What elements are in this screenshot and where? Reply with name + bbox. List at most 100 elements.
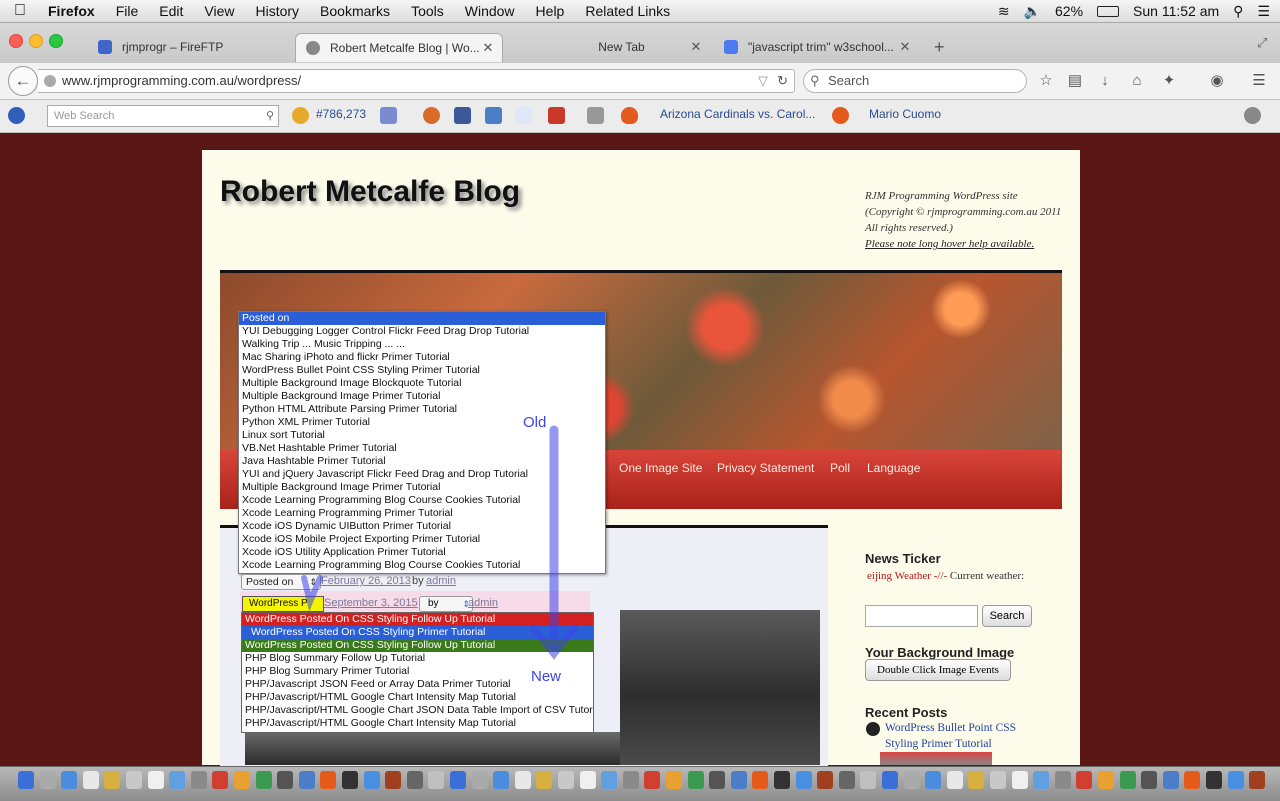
dock-app-icon[interactable] bbox=[471, 771, 488, 789]
menu-help[interactable]: Help bbox=[536, 3, 565, 19]
dock-app-icon[interactable] bbox=[601, 771, 618, 789]
dock-app-icon[interactable] bbox=[1206, 771, 1222, 789]
tab-new-tab[interactable]: New Tab ✕ bbox=[505, 33, 710, 61]
spotlight-search-icon[interactable]: ⚲ bbox=[1233, 3, 1243, 20]
dock-app-icon[interactable] bbox=[536, 771, 553, 789]
menu-related-links[interactable]: Related Links bbox=[585, 3, 670, 19]
menu-file[interactable]: File bbox=[116, 3, 139, 19]
dock-app-icon[interactable] bbox=[860, 771, 877, 789]
news-ticker[interactable]: eijing Weather -//- Current weather: bbox=[867, 570, 1024, 582]
dock-app-icon[interactable] bbox=[946, 771, 963, 789]
dock-app-icon[interactable] bbox=[169, 771, 186, 789]
dock-app-icon[interactable] bbox=[622, 771, 639, 789]
rank-icon[interactable] bbox=[292, 107, 309, 124]
old-dropdown-option[interactable]: Python HTML Attribute Parsing Primer Tut… bbox=[239, 403, 605, 416]
old-dropdown-option[interactable]: Walking Trip ... Music Tripping ... ... bbox=[239, 338, 605, 351]
old-dropdown-option[interactable]: YUI Debugging Logger Control Flickr Feed… bbox=[239, 325, 605, 338]
ask-icon[interactable] bbox=[8, 107, 25, 124]
dock-app-icon[interactable] bbox=[450, 771, 466, 789]
dock-app-icon[interactable] bbox=[234, 771, 250, 789]
dock-app-icon[interactable] bbox=[903, 771, 920, 789]
home-icon[interactable]: ⌂ bbox=[1128, 72, 1146, 90]
tab-w3schools[interactable]: "javascript trim" w3school... ✕ bbox=[714, 33, 919, 61]
old-dropdown-option[interactable]: Mac Sharing iPhoto and flickr Primer Tut… bbox=[239, 351, 605, 364]
dock-app-icon[interactable] bbox=[709, 771, 726, 789]
dock-app-icon[interactable] bbox=[342, 771, 358, 789]
search-box[interactable]: ⚲ Search bbox=[803, 69, 1027, 93]
clock[interactable]: Sun 11:52 am bbox=[1133, 3, 1219, 19]
dock-app-icon[interactable] bbox=[126, 771, 142, 789]
dock-app-icon[interactable] bbox=[1033, 771, 1050, 789]
old-dropdown-option[interactable]: Posted on bbox=[239, 312, 605, 325]
reload-icon[interactable]: ↻ bbox=[777, 70, 788, 92]
nav-privacy-statement[interactable]: Privacy Statement bbox=[717, 461, 814, 475]
news-link-cardinals[interactable]: Arizona Cardinals vs. Carol... bbox=[660, 107, 815, 121]
dock-app-icon[interactable] bbox=[644, 771, 661, 789]
hover-help-link[interactable]: Please note long hover help available. bbox=[865, 236, 1065, 252]
dock-app-icon[interactable] bbox=[1184, 771, 1201, 789]
dock-app-icon[interactable] bbox=[579, 771, 596, 789]
battery-percent[interactable]: 62% bbox=[1055, 3, 1083, 19]
dock-app-icon[interactable] bbox=[61, 771, 78, 789]
new-dropdown-option[interactable]: PHP/Javascript/HTML Google Chart Intensi… bbox=[242, 691, 593, 704]
news-link-cuomo[interactable]: Mario Cuomo bbox=[869, 107, 941, 121]
sparkle-icon[interactable] bbox=[515, 107, 532, 124]
sync-icon[interactable]: ◉ bbox=[1208, 72, 1226, 90]
dock-app-icon[interactable] bbox=[39, 771, 56, 789]
sidebar-search-button[interactable]: Search bbox=[982, 605, 1032, 627]
menubar-app-name[interactable]: Firefox bbox=[48, 3, 95, 19]
new-dropdown-option[interactable]: PHP/Javascript/HTML Google Chart JSON Da… bbox=[242, 704, 593, 717]
old-dropdown-option[interactable]: Multiple Background Image Primer Tutoria… bbox=[239, 390, 605, 403]
dropdown-arrow-icon[interactable]: ▽ bbox=[758, 70, 768, 92]
dock-app-icon[interactable] bbox=[385, 771, 402, 789]
fullscreen-icon[interactable]: ⤢ bbox=[1257, 35, 1267, 51]
web-search-input[interactable]: Web Search ⚲ bbox=[47, 105, 279, 127]
dock-app-icon[interactable] bbox=[752, 771, 769, 789]
dock-app-icon[interactable] bbox=[277, 771, 294, 789]
dock-app-icon[interactable] bbox=[18, 771, 34, 789]
menu-tools[interactable]: Tools bbox=[411, 3, 444, 19]
fire-icon[interactable] bbox=[621, 107, 638, 124]
dock-app-icon[interactable] bbox=[558, 771, 574, 789]
dock-app-icon[interactable] bbox=[795, 771, 812, 789]
dock-app-icon[interactable] bbox=[925, 771, 942, 789]
bookmark-star-icon[interactable]: ☆ bbox=[1037, 72, 1055, 90]
nav-language[interactable]: Language bbox=[867, 461, 920, 475]
dock-app-icon[interactable] bbox=[104, 771, 121, 789]
gear-icon[interactable] bbox=[1244, 107, 1261, 124]
addon-icon[interactable]: ✦ bbox=[1160, 72, 1178, 90]
url-bar[interactable]: www.rjmprogramming.com.au/wordpress/ ▽ ↻ bbox=[38, 69, 795, 93]
dock-app-icon[interactable] bbox=[1054, 771, 1071, 789]
minimize-window-button[interactable] bbox=[29, 34, 43, 48]
wifi-icon[interactable]: ≋ bbox=[998, 3, 1010, 20]
zoom-window-button[interactable] bbox=[49, 34, 63, 48]
dock-app-icon[interactable] bbox=[1011, 771, 1028, 789]
dock-app-icon[interactable] bbox=[298, 771, 315, 789]
dock-app-icon[interactable] bbox=[687, 771, 704, 789]
new-tab-icon[interactable]: + bbox=[934, 37, 945, 58]
menu-window[interactable]: Window bbox=[465, 3, 515, 19]
dock-app-icon[interactable] bbox=[320, 771, 337, 789]
dock-app-icon[interactable] bbox=[428, 771, 445, 789]
recent-post-link[interactable]: WordPress Bullet Point CSS Styling Prime… bbox=[885, 720, 1035, 752]
dock-app-icon[interactable] bbox=[190, 771, 207, 789]
new-dropdown-option[interactable]: PHP/Javascript/HTML Google Chart Intensi… bbox=[242, 717, 593, 730]
share-icon[interactable] bbox=[485, 107, 502, 124]
apple-menu-icon[interactable]:  bbox=[14, 2, 32, 20]
notification-center-icon[interactable]: ☰ bbox=[1257, 3, 1270, 20]
link-icon[interactable] bbox=[380, 107, 397, 124]
hamburger-menu-icon[interactable]: ☰ bbox=[1250, 72, 1268, 90]
double-click-image-events-button[interactable]: Double Click Image Events bbox=[865, 659, 1011, 681]
sidebar-search-input[interactable] bbox=[865, 605, 978, 627]
dock-app-icon[interactable] bbox=[406, 771, 423, 789]
old-dropdown-option[interactable]: WordPress Bullet Point CSS Styling Prime… bbox=[239, 364, 605, 377]
menu-bookmarks[interactable]: Bookmarks bbox=[320, 3, 390, 19]
dock-app-icon[interactable] bbox=[968, 771, 985, 789]
downloads-icon[interactable]: ↓ bbox=[1096, 72, 1114, 90]
blog-title[interactable]: Robert Metcalfe Blog bbox=[220, 175, 520, 209]
menu-history[interactable]: History bbox=[255, 3, 299, 19]
dock-app-icon[interactable] bbox=[363, 771, 380, 789]
dock-app-icon[interactable] bbox=[147, 771, 164, 789]
recent-post-thumbnail[interactable] bbox=[880, 752, 992, 765]
dock-app-icon[interactable] bbox=[1141, 771, 1158, 789]
